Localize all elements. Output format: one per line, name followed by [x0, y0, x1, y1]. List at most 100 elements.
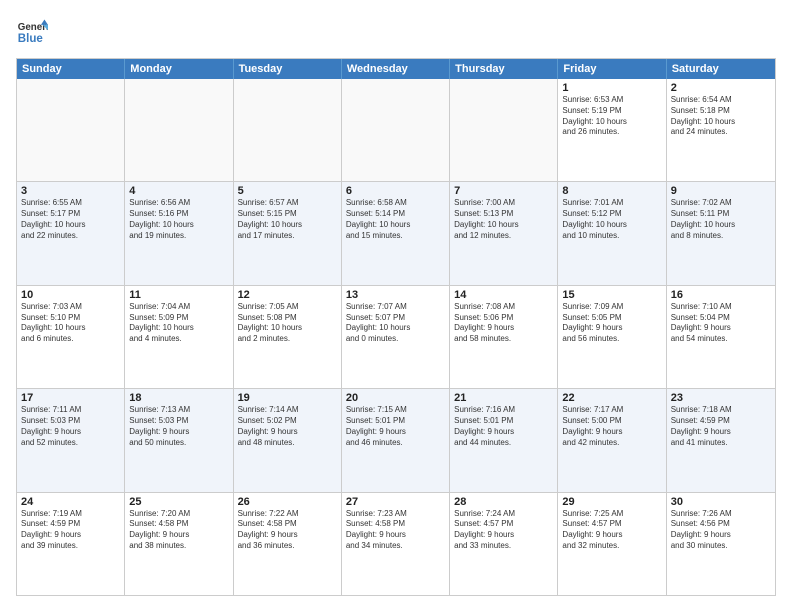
day-number: 9	[671, 185, 771, 197]
day-number: 15	[562, 289, 661, 301]
day-info: Sunrise: 7:15 AM Sunset: 5:01 PM Dayligh…	[346, 405, 445, 448]
day-number: 29	[562, 496, 661, 508]
day-info: Sunrise: 7:18 AM Sunset: 4:59 PM Dayligh…	[671, 405, 771, 448]
header-cell-wednesday: Wednesday	[342, 59, 450, 79]
day-cell-7: 7Sunrise: 7:00 AM Sunset: 5:13 PM Daylig…	[450, 182, 558, 284]
day-cell-24: 24Sunrise: 7:19 AM Sunset: 4:59 PM Dayli…	[17, 493, 125, 595]
day-number: 26	[238, 496, 337, 508]
day-info: Sunrise: 6:53 AM Sunset: 5:19 PM Dayligh…	[562, 95, 661, 138]
day-number: 28	[454, 496, 553, 508]
page: General Blue SundayMondayTuesdayWednesda…	[0, 0, 792, 612]
day-cell-23: 23Sunrise: 7:18 AM Sunset: 4:59 PM Dayli…	[667, 389, 775, 491]
svg-text:Blue: Blue	[18, 33, 44, 45]
header-cell-thursday: Thursday	[450, 59, 558, 79]
day-number: 23	[671, 392, 771, 404]
day-cell-14: 14Sunrise: 7:08 AM Sunset: 5:06 PM Dayli…	[450, 286, 558, 388]
day-info: Sunrise: 7:08 AM Sunset: 5:06 PM Dayligh…	[454, 302, 553, 345]
day-info: Sunrise: 7:11 AM Sunset: 5:03 PM Dayligh…	[21, 405, 120, 448]
day-number: 21	[454, 392, 553, 404]
day-number: 17	[21, 392, 120, 404]
day-number: 1	[562, 82, 661, 94]
calendar-row-2: 10Sunrise: 7:03 AM Sunset: 5:10 PM Dayli…	[17, 285, 775, 388]
header-cell-monday: Monday	[125, 59, 233, 79]
day-info: Sunrise: 7:20 AM Sunset: 4:58 PM Dayligh…	[129, 509, 228, 552]
calendar-header: SundayMondayTuesdayWednesdayThursdayFrid…	[17, 59, 775, 79]
day-number: 8	[562, 185, 661, 197]
day-cell-27: 27Sunrise: 7:23 AM Sunset: 4:58 PM Dayli…	[342, 493, 450, 595]
day-info: Sunrise: 7:04 AM Sunset: 5:09 PM Dayligh…	[129, 302, 228, 345]
day-number: 6	[346, 185, 445, 197]
day-info: Sunrise: 7:10 AM Sunset: 5:04 PM Dayligh…	[671, 302, 771, 345]
day-number: 13	[346, 289, 445, 301]
logo: General Blue	[16, 16, 48, 48]
day-info: Sunrise: 6:54 AM Sunset: 5:18 PM Dayligh…	[671, 95, 771, 138]
day-number: 5	[238, 185, 337, 197]
day-cell-11: 11Sunrise: 7:04 AM Sunset: 5:09 PM Dayli…	[125, 286, 233, 388]
day-info: Sunrise: 6:57 AM Sunset: 5:15 PM Dayligh…	[238, 198, 337, 241]
day-info: Sunrise: 7:00 AM Sunset: 5:13 PM Dayligh…	[454, 198, 553, 241]
day-number: 20	[346, 392, 445, 404]
day-info: Sunrise: 7:09 AM Sunset: 5:05 PM Dayligh…	[562, 302, 661, 345]
day-info: Sunrise: 6:58 AM Sunset: 5:14 PM Dayligh…	[346, 198, 445, 241]
day-info: Sunrise: 7:19 AM Sunset: 4:59 PM Dayligh…	[21, 509, 120, 552]
day-cell-13: 13Sunrise: 7:07 AM Sunset: 5:07 PM Dayli…	[342, 286, 450, 388]
day-cell-26: 26Sunrise: 7:22 AM Sunset: 4:58 PM Dayli…	[234, 493, 342, 595]
day-number: 11	[129, 289, 228, 301]
day-cell-12: 12Sunrise: 7:05 AM Sunset: 5:08 PM Dayli…	[234, 286, 342, 388]
header-cell-tuesday: Tuesday	[234, 59, 342, 79]
calendar-row-1: 3Sunrise: 6:55 AM Sunset: 5:17 PM Daylig…	[17, 181, 775, 284]
day-cell-25: 25Sunrise: 7:20 AM Sunset: 4:58 PM Dayli…	[125, 493, 233, 595]
empty-cell	[17, 79, 125, 181]
day-cell-3: 3Sunrise: 6:55 AM Sunset: 5:17 PM Daylig…	[17, 182, 125, 284]
day-info: Sunrise: 7:17 AM Sunset: 5:00 PM Dayligh…	[562, 405, 661, 448]
day-cell-6: 6Sunrise: 6:58 AM Sunset: 5:14 PM Daylig…	[342, 182, 450, 284]
day-info: Sunrise: 7:02 AM Sunset: 5:11 PM Dayligh…	[671, 198, 771, 241]
day-info: Sunrise: 7:07 AM Sunset: 5:07 PM Dayligh…	[346, 302, 445, 345]
day-number: 7	[454, 185, 553, 197]
day-cell-20: 20Sunrise: 7:15 AM Sunset: 5:01 PM Dayli…	[342, 389, 450, 491]
header: General Blue	[16, 16, 776, 48]
header-cell-sunday: Sunday	[17, 59, 125, 79]
day-number: 3	[21, 185, 120, 197]
day-number: 22	[562, 392, 661, 404]
header-cell-saturday: Saturday	[667, 59, 775, 79]
day-cell-16: 16Sunrise: 7:10 AM Sunset: 5:04 PM Dayli…	[667, 286, 775, 388]
day-cell-18: 18Sunrise: 7:13 AM Sunset: 5:03 PM Dayli…	[125, 389, 233, 491]
day-number: 12	[238, 289, 337, 301]
empty-cell	[125, 79, 233, 181]
calendar-row-4: 24Sunrise: 7:19 AM Sunset: 4:59 PM Dayli…	[17, 492, 775, 595]
day-cell-28: 28Sunrise: 7:24 AM Sunset: 4:57 PM Dayli…	[450, 493, 558, 595]
day-number: 24	[21, 496, 120, 508]
day-cell-1: 1Sunrise: 6:53 AM Sunset: 5:19 PM Daylig…	[558, 79, 666, 181]
day-cell-4: 4Sunrise: 6:56 AM Sunset: 5:16 PM Daylig…	[125, 182, 233, 284]
day-cell-10: 10Sunrise: 7:03 AM Sunset: 5:10 PM Dayli…	[17, 286, 125, 388]
day-cell-15: 15Sunrise: 7:09 AM Sunset: 5:05 PM Dayli…	[558, 286, 666, 388]
calendar: SundayMondayTuesdayWednesdayThursdayFrid…	[16, 58, 776, 596]
empty-cell	[234, 79, 342, 181]
day-number: 25	[129, 496, 228, 508]
day-cell-2: 2Sunrise: 6:54 AM Sunset: 5:18 PM Daylig…	[667, 79, 775, 181]
day-number: 30	[671, 496, 771, 508]
day-info: Sunrise: 7:05 AM Sunset: 5:08 PM Dayligh…	[238, 302, 337, 345]
day-number: 27	[346, 496, 445, 508]
day-info: Sunrise: 7:23 AM Sunset: 4:58 PM Dayligh…	[346, 509, 445, 552]
day-info: Sunrise: 7:24 AM Sunset: 4:57 PM Dayligh…	[454, 509, 553, 552]
day-info: Sunrise: 6:56 AM Sunset: 5:16 PM Dayligh…	[129, 198, 228, 241]
day-info: Sunrise: 7:13 AM Sunset: 5:03 PM Dayligh…	[129, 405, 228, 448]
day-number: 16	[671, 289, 771, 301]
day-number: 4	[129, 185, 228, 197]
day-info: Sunrise: 7:22 AM Sunset: 4:58 PM Dayligh…	[238, 509, 337, 552]
day-info: Sunrise: 7:25 AM Sunset: 4:57 PM Dayligh…	[562, 509, 661, 552]
day-cell-9: 9Sunrise: 7:02 AM Sunset: 5:11 PM Daylig…	[667, 182, 775, 284]
calendar-row-3: 17Sunrise: 7:11 AM Sunset: 5:03 PM Dayli…	[17, 388, 775, 491]
day-cell-22: 22Sunrise: 7:17 AM Sunset: 5:00 PM Dayli…	[558, 389, 666, 491]
day-cell-8: 8Sunrise: 7:01 AM Sunset: 5:12 PM Daylig…	[558, 182, 666, 284]
day-number: 14	[454, 289, 553, 301]
day-info: Sunrise: 7:26 AM Sunset: 4:56 PM Dayligh…	[671, 509, 771, 552]
header-cell-friday: Friday	[558, 59, 666, 79]
day-number: 18	[129, 392, 228, 404]
day-cell-21: 21Sunrise: 7:16 AM Sunset: 5:01 PM Dayli…	[450, 389, 558, 491]
day-cell-19: 19Sunrise: 7:14 AM Sunset: 5:02 PM Dayli…	[234, 389, 342, 491]
day-info: Sunrise: 7:14 AM Sunset: 5:02 PM Dayligh…	[238, 405, 337, 448]
day-info: Sunrise: 7:01 AM Sunset: 5:12 PM Dayligh…	[562, 198, 661, 241]
